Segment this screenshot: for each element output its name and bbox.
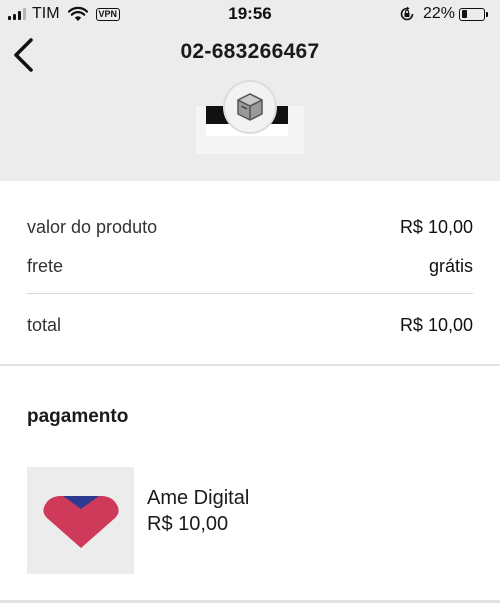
summary-divider: [27, 293, 473, 294]
section-divider: [0, 364, 500, 366]
total-row: total R$ 10,00: [27, 315, 473, 336]
package-box-badge: [223, 80, 277, 134]
status-right: 22%: [399, 5, 488, 23]
payment-section-title: pagamento: [27, 406, 129, 427]
status-bar: TIM VPN 19:56 22%: [0, 0, 500, 28]
shipping-label: frete: [27, 256, 64, 276]
payment-method-amount: R$ 10,00: [147, 513, 229, 535]
total-amount: R$ 10,00: [399, 315, 473, 335]
shipping-value: grátis: [428, 256, 473, 276]
payment-method-name: Ame Digital: [147, 487, 250, 509]
battery-icon: [459, 7, 485, 21]
product-value-amount: R$ 10,00: [399, 217, 473, 237]
product-value-row: valor do produto R$ 10,00: [27, 217, 473, 238]
battery-percent: 22%: [422, 5, 455, 22]
payment-method-logo: [27, 467, 134, 574]
rotation-lock-icon: [400, 6, 414, 21]
ame-digital-heart-icon: [42, 495, 119, 548]
page-title: 02-683266467: [180, 40, 320, 63]
battery-tip: [486, 11, 488, 17]
product-value-label: valor do produto: [27, 217, 158, 237]
shipping-row: frete grátis: [27, 256, 473, 277]
package-box-icon: [237, 93, 263, 121]
total-label: total: [27, 315, 62, 335]
